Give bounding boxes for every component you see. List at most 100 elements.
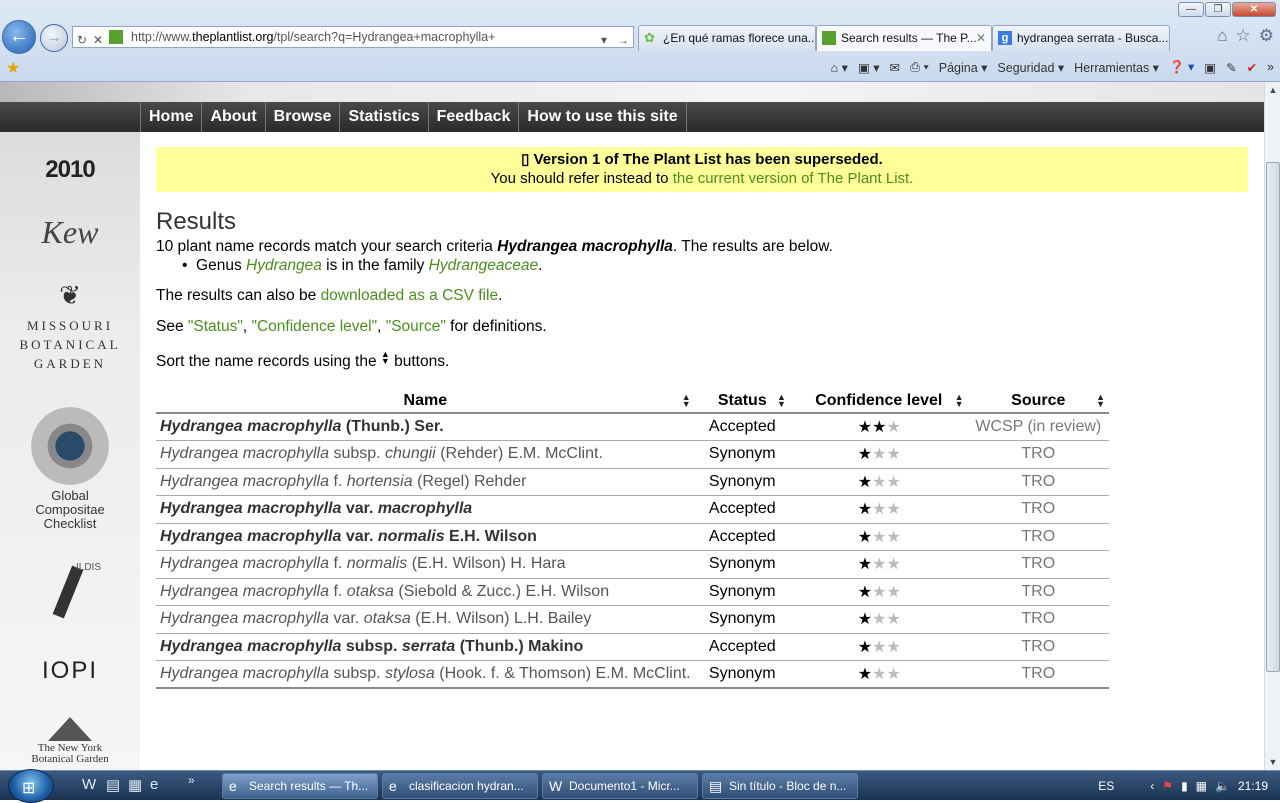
calculator-quicklaunch-icon[interactable]: ▦ [128,776,142,794]
back-button[interactable]: ← [2,20,36,54]
logo-missouri[interactable]: ❦ Missouri Botanical Garden [0,282,140,373]
menu-pagina[interactable]: Página ▾ [939,60,988,75]
logo-global-compositae[interactable]: Global Compositae Checklist [0,407,140,531]
maximize-button[interactable]: ❐ [1205,2,1231,17]
cell-source[interactable]: TRO [967,495,1109,524]
cell-source[interactable]: TRO [967,523,1109,551]
confidence-definition-link[interactable]: "Confidence level" [251,318,377,335]
cell-source[interactable]: TRO [967,550,1109,579]
word-quicklaunch-icon[interactable]: W [82,776,96,793]
cell-scientific-name[interactable]: Hydrangea macrophylla subsp. chungii (Re… [156,440,695,469]
sort-source-button[interactable]: ▲ ▼ [1096,393,1105,409]
sort-confidence-button[interactable]: ▲ ▼ [955,393,964,409]
cell-source[interactable]: TRO [967,605,1109,634]
task-search-results[interactable]: e Search results — Th... [222,773,378,799]
cell-source[interactable]: WCSP (in review) [967,413,1109,441]
menu-herramientas[interactable]: Herramientas ▾ [1074,60,1159,75]
explorer-quicklaunch-icon[interactable]: ▤ [106,776,120,794]
dropdown-arrow-icon[interactable]: ▾ [601,30,607,47]
logo-nybg[interactable]: The New York Botanical Garden [0,717,140,765]
flag-icon[interactable]: ⚑ [1162,779,1173,793]
cell-scientific-name[interactable]: Hydrangea macrophylla subsp. stylosa (Ho… [156,660,695,689]
csv-download-link[interactable]: downloaded as a CSV file [321,287,499,304]
cell-source[interactable]: TRO [967,633,1109,661]
minimize-button[interactable]: — [1178,2,1204,17]
nav-browse[interactable]: Browse [266,102,341,132]
home-page-icon[interactable]: ⌂ ▾ [831,60,848,75]
star-empty-icon: ★ [886,446,900,464]
device-icon[interactable]: ▮ [1181,779,1188,793]
volume-icon[interactable]: 🔈 [1215,779,1230,793]
current-version-link[interactable]: the current version of The Plant List. [673,170,914,187]
task-bloc-de-notas[interactable]: ▤ Sin título - Bloc de n... [702,773,858,799]
nav-feedback[interactable]: Feedback [429,102,520,132]
cell-scientific-name[interactable]: Hydrangea macrophylla subsp. serrata (Th… [156,633,695,661]
cell-scientific-name[interactable]: Hydrangea macrophylla f. otaksa (Siebold… [156,578,695,606]
menu-seguridad[interactable]: Seguridad ▾ [997,60,1064,75]
address-bar[interactable]: ↻ ✕ http://www.theplantlist.org/tpl/sear… [72,26,634,48]
cell-source[interactable]: TRO [967,440,1109,469]
ie-quicklaunch-icon[interactable]: e [150,776,158,793]
tray-expand-icon[interactable]: ‹ [1150,779,1154,793]
print-icon[interactable]: ⎙ ▾ [910,60,929,75]
tab-3[interactable]: g hydrangea serrata - Busca... [992,25,1170,51]
close-tab-icon[interactable]: ✕ [976,26,986,50]
expand-icon[interactable]: » [1267,60,1274,74]
task-clasificacion[interactable]: e clasificacion hydran... [382,773,538,799]
tab-1[interactable]: ✿ ¿En qué ramas florece una... [638,25,816,51]
scroll-down-arrow-icon[interactable]: ▼ [1265,754,1280,770]
logo-kew[interactable]: Kew [0,214,140,251]
task-documento1[interactable]: W Documento1 - Micr... [542,773,698,799]
logo-2010[interactable]: 2010 [0,156,140,184]
language-indicator[interactable]: ES [1098,779,1114,793]
research-icon[interactable]: ✎ [1226,60,1236,75]
home-icon[interactable]: ⌂ [1217,26,1227,46]
refresh-icon[interactable]: ↻ [77,30,87,47]
cell-scientific-name[interactable]: Hydrangea macrophylla var. macrophylla [156,495,695,524]
quicklaunch-expand-icon[interactable]: » [188,773,195,787]
nav-how-to-use[interactable]: How to use this site [519,102,687,132]
close-window-button[interactable]: ✕ [1232,2,1276,17]
cell-scientific-name[interactable]: Hydrangea macrophylla f. hortensia (Rege… [156,468,695,496]
mail-icon[interactable]: ✉ [890,60,900,75]
favorites-star-icon[interactable]: ☆ [1236,26,1251,46]
feeds-icon[interactable]: ▣ ▾ [858,60,880,75]
sort-status-button[interactable]: ▲ ▼ [777,393,786,409]
tools-gear-icon[interactable]: ⚙ [1259,26,1274,46]
cell-scientific-name[interactable]: Hydrangea macrophylla f. normalis (E.H. … [156,550,695,579]
source-definition-link[interactable]: "Source" [386,318,446,335]
logo-ildis[interactable]: ILDIS [0,562,140,622]
nav-home[interactable]: Home [141,102,203,132]
forward-button[interactable]: → [40,24,68,52]
family-link[interactable]: Hydrangeaceae [429,257,538,274]
cell-scientific-name[interactable]: Hydrangea macrophylla (Thunb.) Ser. [156,413,695,441]
leaf-icon: ✿ [644,30,655,45]
vertical-scrollbar[interactable]: ▲ ▼ [1264,82,1280,770]
cell-scientific-name[interactable]: Hydrangea macrophylla var. normalis E.H.… [156,523,695,551]
sort-name-button[interactable]: ▲ ▼ [682,393,691,409]
start-button[interactable]: ⊞ [8,769,54,803]
clock[interactable]: 21:19 [1238,779,1268,793]
cell-scientific-name[interactable]: Hydrangea macrophylla var. otaksa (E.H. … [156,605,695,634]
tab-2[interactable]: Search results — The P... ✕ [816,25,992,51]
star-filled-icon: ★ [857,419,872,436]
add-favorites-icon[interactable]: ★ [6,58,20,78]
cell-source[interactable]: TRO [967,468,1109,496]
scrollbar-thumb[interactable] [1266,162,1280,672]
nav-statistics[interactable]: Statistics [340,102,429,132]
genus-link[interactable]: Hydrangea [246,257,322,274]
cell-source[interactable]: TRO [967,660,1109,689]
star-empty-icon: ★ [872,501,886,519]
stop-icon[interactable]: ✕ [93,30,103,47]
go-arrow-icon[interactable]: → [617,30,629,47]
status-definition-link[interactable]: "Status" [188,318,243,335]
logo-iopi[interactable]: IOPI [0,657,140,685]
help-icon[interactable]: ❓ ▾ [1169,59,1194,75]
results-table-body: Hydrangea macrophylla (Thunb.) Ser. Accep… [156,413,1109,689]
nav-about[interactable]: About [202,102,266,132]
network-icon[interactable]: ▦ [1196,779,1207,793]
tool-icon[interactable]: ✔ [1247,60,1257,75]
cell-source[interactable]: TRO [967,578,1109,606]
addon-icon[interactable]: ▣ [1204,60,1216,75]
scroll-up-arrow-icon[interactable]: ▲ [1265,82,1280,98]
